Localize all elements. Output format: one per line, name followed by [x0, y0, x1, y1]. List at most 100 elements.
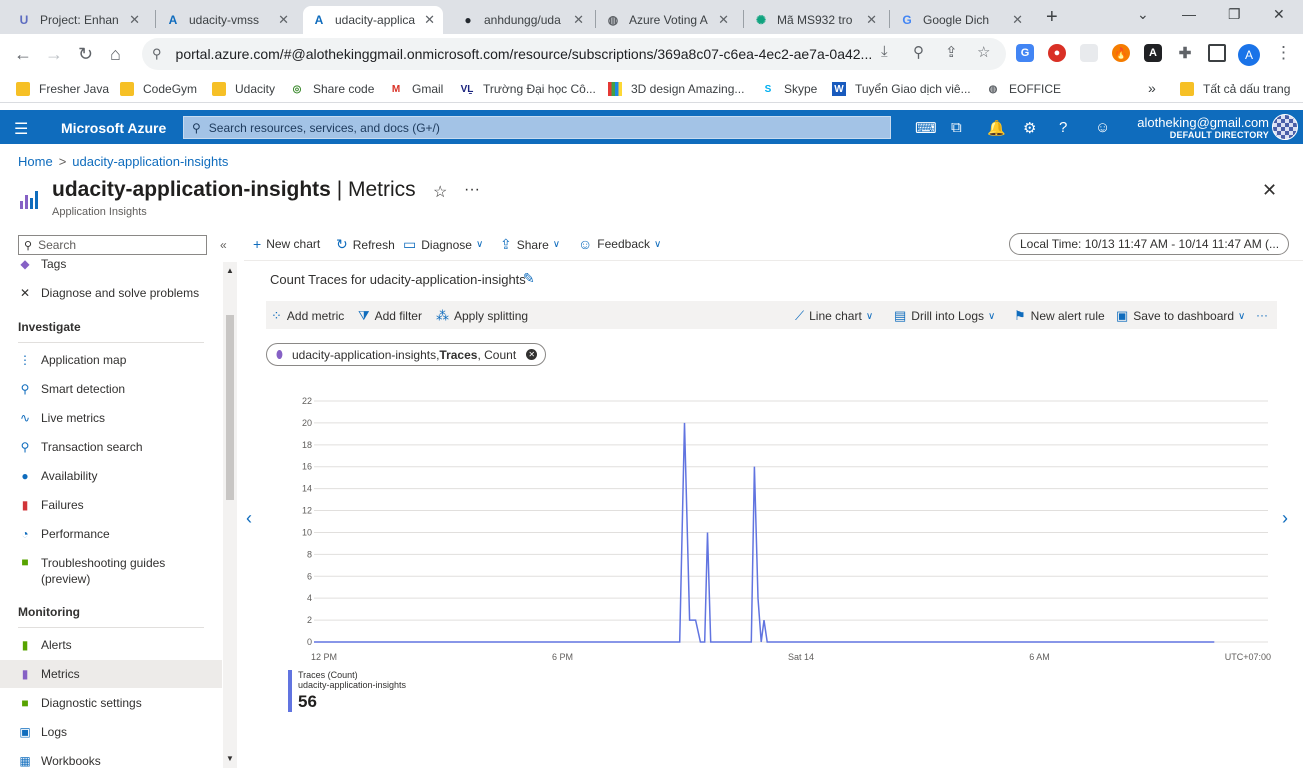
drill-into-logs-dropdown[interactable]: ▤ Drill into Logs ∨: [894, 308, 995, 324]
cloud-shell-icon[interactable]: ⌨: [915, 119, 937, 137]
back-icon[interactable]: ←: [14, 44, 32, 65]
browser-tab[interactable]: Audacity-vmss ✕: [157, 6, 297, 34]
bookmark-star-icon[interactable]: ☆: [977, 43, 990, 61]
site-info-icon[interactable]: ⚲: [152, 46, 162, 62]
nav-item-tags[interactable]: ◆ Tags: [0, 258, 222, 278]
close-tab-icon[interactable]: ✕: [1012, 12, 1023, 28]
bookmark-item[interactable]: Fresher Java: [16, 82, 109, 96]
directory-filter-icon[interactable]: ⧉: [951, 119, 962, 136]
remove-metric-icon[interactable]: ✕: [526, 349, 538, 360]
nav-item-live-metrics[interactable]: ∿ Live metrics: [0, 404, 222, 432]
browser-tab[interactable]: G Google Dich ✕: [891, 6, 1031, 34]
nav-item-application-map[interactable]: ⋮ Application map: [0, 346, 222, 374]
nav-item-availability[interactable]: ● Availability: [0, 462, 222, 490]
chart-more-icon[interactable]: ···: [1256, 308, 1268, 322]
new-alert-rule-button[interactable]: ⚑ New alert rule: [1014, 308, 1105, 324]
edit-title-icon[interactable]: ✎: [523, 270, 535, 287]
breadcrumb-home[interactable]: Home: [18, 154, 53, 169]
apply-splitting-button[interactable]: ⁂ Apply splitting: [436, 308, 528, 324]
bookmark-item[interactable]: M Gmail: [389, 82, 444, 96]
feedback-button[interactable]: ☺ Feedback ∨: [578, 236, 661, 252]
extensions-puzzle-icon[interactable]: ✚: [1176, 44, 1194, 62]
angular-extension-icon[interactable]: A: [1144, 44, 1162, 62]
diagnose-button[interactable]: ▭ Diagnose ∨: [403, 236, 483, 253]
save-to-dashboard-dropdown[interactable]: ▣ Save to dashboard ∨: [1116, 308, 1245, 324]
bookmark-item[interactable]: 3D design Amazing...: [608, 82, 744, 96]
fire-extension-icon[interactable]: 🔥: [1112, 44, 1130, 62]
global-search-input[interactable]: ⚲ Search resources, services, and docs (…: [183, 116, 891, 139]
nav-item-smart-detection[interactable]: ⚲ Smart detection: [0, 375, 222, 403]
settings-gear-icon[interactable]: ⚙: [1023, 119, 1036, 137]
bookmark-item[interactable]: ◎ Share code: [290, 82, 375, 96]
scroll-down-icon[interactable]: ▼: [226, 754, 234, 763]
close-tab-icon[interactable]: ✕: [424, 12, 435, 28]
nav-item-workbooks[interactable]: ▦ Workbooks: [0, 747, 222, 768]
close-tab-icon[interactable]: ✕: [129, 12, 140, 28]
refresh-button[interactable]: ↻ Refresh: [336, 236, 395, 253]
forward-icon[interactable]: →: [45, 44, 63, 65]
new-tab-button[interactable]: +: [1046, 6, 1058, 29]
reload-icon[interactable]: ↻: [78, 44, 93, 65]
home-icon[interactable]: ⌂: [110, 44, 121, 65]
browser-tab[interactable]: Audacity-applica ✕: [303, 6, 443, 34]
portal-menu-icon[interactable]: ☰: [14, 119, 28, 139]
bookmark-item[interactable]: ◍ EOFFICE: [986, 82, 1061, 96]
close-tab-icon[interactable]: ✕: [866, 12, 877, 28]
minimize-icon[interactable]: —: [1182, 6, 1196, 22]
nav-item-alerts[interactable]: ▮ Alerts: [0, 631, 222, 659]
azure-brand[interactable]: Microsoft Azure: [61, 120, 166, 136]
address-bar[interactable]: ⚲ portal.azure.com/#@alothekinggmail.onm…: [142, 38, 1006, 70]
bookmark-item[interactable]: CodeGym: [120, 82, 197, 96]
metric-pill[interactable]: ⬮ udacity-application-insights, Traces, …: [266, 343, 547, 366]
chart-legend[interactable]: Traces (Count) udacity-application-insig…: [288, 670, 406, 712]
nav-item-failures[interactable]: ▮ Failures: [0, 491, 222, 519]
chart-prev-icon[interactable]: ‹: [246, 508, 252, 529]
favorite-star-icon[interactable]: ☆: [433, 182, 447, 202]
extension-icon[interactable]: [1080, 44, 1098, 62]
translate-extension-icon[interactable]: G: [1016, 44, 1034, 62]
bookmark-item[interactable]: S Skype: [761, 82, 818, 96]
all-bookmarks-folder[interactable]: Tất cả dấu trang: [1180, 82, 1290, 96]
collapse-menu-icon[interactable]: «: [220, 238, 227, 252]
browser-tab[interactable]: ◍ Azure Voting A ✕: [597, 6, 737, 34]
browser-tab[interactable]: U Project: Enhan ✕: [8, 6, 148, 34]
nav-item-troubleshooting-guides[interactable]: ■ Troubleshooting guides (preview): [0, 549, 222, 589]
nav-item-metrics[interactable]: ▮ Metrics: [0, 660, 222, 688]
browser-menu-icon[interactable]: ⋮: [1275, 43, 1292, 63]
close-tab-icon[interactable]: ✕: [278, 12, 289, 28]
more-options-icon[interactable]: ···: [464, 181, 480, 199]
close-tab-icon[interactable]: ✕: [718, 12, 729, 28]
side-panel-icon[interactable]: [1208, 44, 1226, 62]
scroll-up-icon[interactable]: ▲: [226, 266, 234, 275]
chart-next-icon[interactable]: ›: [1282, 508, 1288, 529]
user-avatar[interactable]: [1272, 114, 1298, 140]
breadcrumb-resource[interactable]: udacity-application-insights: [72, 154, 228, 169]
nav-item-performance[interactable]: ◔ Performance: [0, 520, 222, 548]
adblock-extension-icon[interactable]: ●: [1048, 44, 1066, 62]
menu-scrollbar-thumb[interactable]: [226, 315, 234, 500]
new-chart-button[interactable]: + New chart: [253, 236, 320, 252]
nav-item-logs[interactable]: ▣ Logs: [0, 718, 222, 746]
browser-tab[interactable]: ● anhdungg/uda ✕: [452, 6, 592, 34]
zoom-icon[interactable]: ⚲: [913, 43, 924, 61]
profile-avatar[interactable]: A: [1238, 44, 1260, 66]
help-icon[interactable]: ?: [1059, 119, 1067, 136]
bookmark-item[interactable]: VḺ Trường Đại học Cô...: [460, 82, 596, 96]
nav-item-diagnostic-settings[interactable]: ■ Diagnostic settings: [0, 689, 222, 717]
time-range-picker[interactable]: Local Time: 10/13 11:47 AM - 10/14 11:47…: [1009, 233, 1289, 255]
nav-item-diagnose-and-solve-problems[interactable]: ✕ Diagnose and solve problems: [0, 279, 222, 307]
add-filter-button[interactable]: ⧩ Add filter: [358, 308, 422, 324]
close-window-icon[interactable]: ✕: [1273, 6, 1285, 23]
tab-search-icon[interactable]: ⌄: [1137, 6, 1149, 23]
browser-tab[interactable]: ✺ Mã MS932 tro ✕: [745, 6, 885, 34]
share-button[interactable]: ⇪ Share ∨: [500, 236, 560, 253]
add-metric-button[interactable]: ⁘ Add metric: [271, 308, 344, 324]
nav-item-transaction-search[interactable]: ⚲ Transaction search: [0, 433, 222, 461]
bookmarks-overflow-button[interactable]: »: [1148, 80, 1156, 96]
chart-type-dropdown[interactable]: ⟋ Line chart ∨: [795, 308, 873, 324]
menu-search-input[interactable]: ⚲ Search: [18, 235, 207, 255]
feedback-icon[interactable]: ☺: [1095, 119, 1110, 136]
restore-icon[interactable]: ❐: [1228, 6, 1241, 23]
share-page-icon[interactable]: ⇪: [945, 43, 958, 61]
bookmark-item[interactable]: Udacity: [212, 82, 275, 96]
